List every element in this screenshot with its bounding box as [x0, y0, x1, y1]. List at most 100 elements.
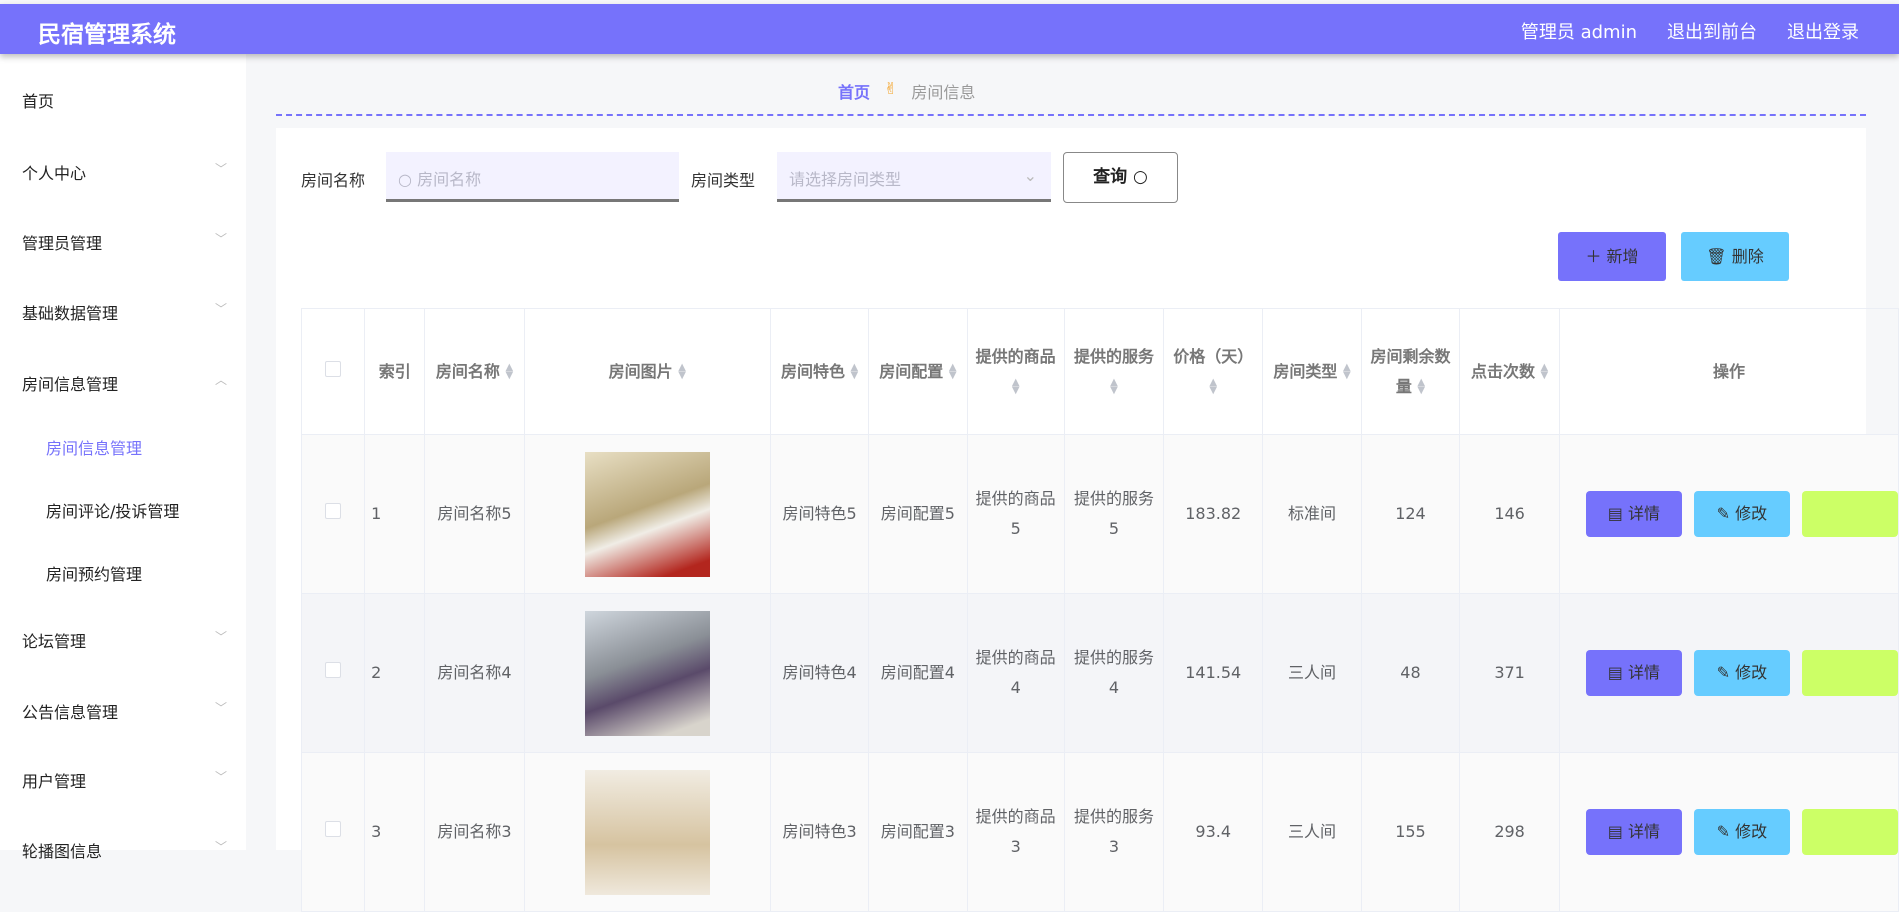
top-header: 民宿管理系统 管理员 admin 退出到前台 退出登录: [0, 4, 1899, 54]
config-value: 房间配置5: [880, 504, 955, 523]
sort-icon[interactable]: ▲ ▼: [851, 363, 859, 381]
sidebar-item[interactable]: 房间评论/投诉管理: [46, 498, 251, 522]
chevron-down-icon: ﹀: [214, 302, 227, 316]
plus-icon: ＋: [1585, 247, 1602, 266]
chevron-down-icon: ﹀: [214, 630, 227, 644]
type-value: 三人间: [1287, 822, 1336, 841]
sort-icon[interactable]: ▲ ▼: [1417, 378, 1425, 396]
cell-index: 1: [364, 434, 426, 594]
column-header-label: 提供的商品: [975, 346, 1056, 366]
pencil-icon: ✎: [1716, 822, 1736, 841]
admin-user-label[interactable]: 管理员 admin: [1521, 18, 1637, 44]
column-header[interactable]: 点击次数 ▲ ▼: [1459, 308, 1560, 435]
room-image: [584, 451, 710, 577]
query-label: 查询: [1093, 167, 1128, 187]
logout-link[interactable]: 退出登录: [1787, 18, 1859, 44]
clicks-value: 298: [1494, 822, 1525, 841]
column-header[interactable]: 房间图片 ▲ ▼: [523, 308, 771, 435]
sidebar-item[interactable]: 首页: [22, 88, 227, 112]
breadcrumb-home[interactable]: 首页: [838, 79, 870, 103]
sidebar-item[interactable]: 房间预约管理: [46, 561, 251, 585]
sidebar-item[interactable]: 管理员管理 ﹀: [22, 230, 227, 254]
cell-service: 提供的服务5: [1063, 434, 1165, 594]
column-header[interactable]: 提供的商品 ▲ ▼: [966, 308, 1065, 435]
column-header[interactable]: 房间剩余数量 ▲ ▼: [1360, 308, 1461, 435]
row-checkbox[interactable]: [325, 662, 342, 678]
chevron-down-icon: ⌄: [1023, 166, 1037, 185]
detail-button[interactable]: ▤ 详情: [1585, 491, 1682, 537]
edit-label: 修改: [1735, 504, 1768, 523]
sort-icon[interactable]: ▲ ▼: [678, 363, 686, 381]
sidebar-item-label: 公告信息管理: [22, 703, 119, 722]
sidebar-item[interactable]: 个人中心 ﹀: [22, 160, 227, 184]
clicks-value: 371: [1494, 663, 1525, 682]
detail-button[interactable]: ▤ 详情: [1585, 650, 1682, 696]
divider: [276, 114, 1866, 116]
sidebar-item-label: 首页: [22, 92, 55, 111]
goods-value: 提供的商品3: [975, 807, 1056, 856]
edit-button[interactable]: ✎ 修改: [1693, 491, 1790, 537]
column-header-label: 操作: [1712, 361, 1745, 381]
pencil-icon: ✎: [1716, 504, 1736, 523]
sidebar-item[interactable]: 房间信息管理: [46, 435, 251, 459]
edit-button[interactable]: ✎ 修改: [1693, 650, 1790, 696]
cell-type: 标准间: [1262, 434, 1362, 594]
cell-index: 3: [364, 752, 426, 912]
document-icon: ▤: [1607, 663, 1628, 682]
column-header[interactable]: 索引: [364, 308, 426, 435]
column-header[interactable]: 操作: [1558, 308, 1899, 435]
price-value: 141.54: [1185, 663, 1242, 682]
sidebar-item[interactable]: 用户管理 ﹀: [22, 768, 227, 792]
sort-icon[interactable]: ▲ ▼: [1209, 378, 1217, 396]
sort-icon[interactable]: ▲ ▼: [1541, 363, 1549, 381]
row-checkbox[interactable]: [325, 821, 342, 837]
more-action-button[interactable]: [1801, 809, 1898, 855]
sort-icon[interactable]: ▲ ▼: [949, 363, 957, 381]
sidebar-item[interactable]: 论坛管理 ﹀: [22, 628, 227, 652]
trash-icon: 🗑: [1706, 247, 1727, 266]
room-type-placeholder: 请选择房间类型: [789, 170, 902, 189]
column-header[interactable]: 提供的服务 ▲ ▼: [1063, 308, 1165, 435]
sidebar-item-label: 房间信息管理: [46, 439, 143, 458]
sort-icon[interactable]: ▲ ▼: [1343, 363, 1351, 381]
add-button[interactable]: ＋ 新增: [1558, 232, 1666, 281]
room-image: [584, 769, 710, 895]
row-checkbox[interactable]: [325, 503, 342, 519]
room-name-input[interactable]: ○ 房间名称: [386, 152, 679, 202]
delete-button[interactable]: 🗑 删除: [1681, 232, 1789, 281]
more-action-button[interactable]: [1801, 491, 1898, 537]
cell-index: 2: [364, 593, 426, 753]
column-header[interactable]: 房间名称 ▲ ▼: [424, 308, 525, 435]
sort-icon[interactable]: ▲ ▼: [1110, 378, 1118, 396]
app-title: 民宿管理系统: [38, 22, 176, 48]
exit-to-front-link[interactable]: 退出到前台: [1667, 18, 1757, 44]
column-header[interactable]: 房间类型 ▲ ▼: [1262, 308, 1362, 435]
more-action-button[interactable]: [1801, 650, 1898, 696]
document-icon: ▤: [1607, 504, 1628, 523]
cell-config: 房间配置3: [868, 752, 968, 912]
sidebar-item[interactable]: 公告信息管理 ﹀: [22, 699, 227, 723]
sort-icon[interactable]: ▲ ▼: [505, 363, 513, 381]
column-header[interactable]: 价格（天） ▲ ▼: [1163, 308, 1264, 435]
column-header[interactable]: 房间配置 ▲ ▼: [868, 308, 968, 435]
sidebar-item[interactable]: 房间信息管理 ︿: [22, 371, 227, 395]
select-all-checkbox[interactable]: [325, 360, 342, 377]
checkbox-cell: [300, 752, 366, 912]
detail-button[interactable]: ▤ 详情: [1585, 809, 1682, 855]
query-button[interactable]: 查询 ○: [1063, 152, 1178, 203]
row-actions: ▤ 详情 ✎ 修改: [1560, 650, 1898, 696]
chevron-down-icon: ﹀: [214, 232, 227, 246]
edit-button[interactable]: ✎ 修改: [1693, 809, 1790, 855]
cell-type: 三人间: [1262, 752, 1362, 912]
cell-config: 房间配置5: [868, 434, 968, 594]
sort-icon[interactable]: ▲ ▼: [1012, 378, 1020, 396]
sidebar: 首页 个人中心 ﹀ 管理员管理 ﹀ 基础数据管理 ﹀ 房间信息管理 ︿ 房间信息管理 房间评论/投诉…: [0, 54, 246, 861]
cell-feature: 房间特色5: [769, 434, 870, 594]
sidebar-item[interactable]: 轮播图信息 ﹀: [22, 838, 227, 862]
table-row: 2 房间名称4 房间特色4 房间配置4 提供的商品4 提供的服务4 141.54 三人间 48 3…: [300, 593, 1899, 753]
room-type-select[interactable]: 请选择房间类型 ⌄: [777, 152, 1051, 202]
column-header[interactable]: 房间特色 ▲ ▼: [769, 308, 870, 435]
column-header[interactable]: [300, 308, 366, 435]
sidebar-item[interactable]: 基础数据管理 ﹀: [22, 300, 227, 324]
sidebar-item-label: 轮播图信息: [22, 842, 103, 861]
